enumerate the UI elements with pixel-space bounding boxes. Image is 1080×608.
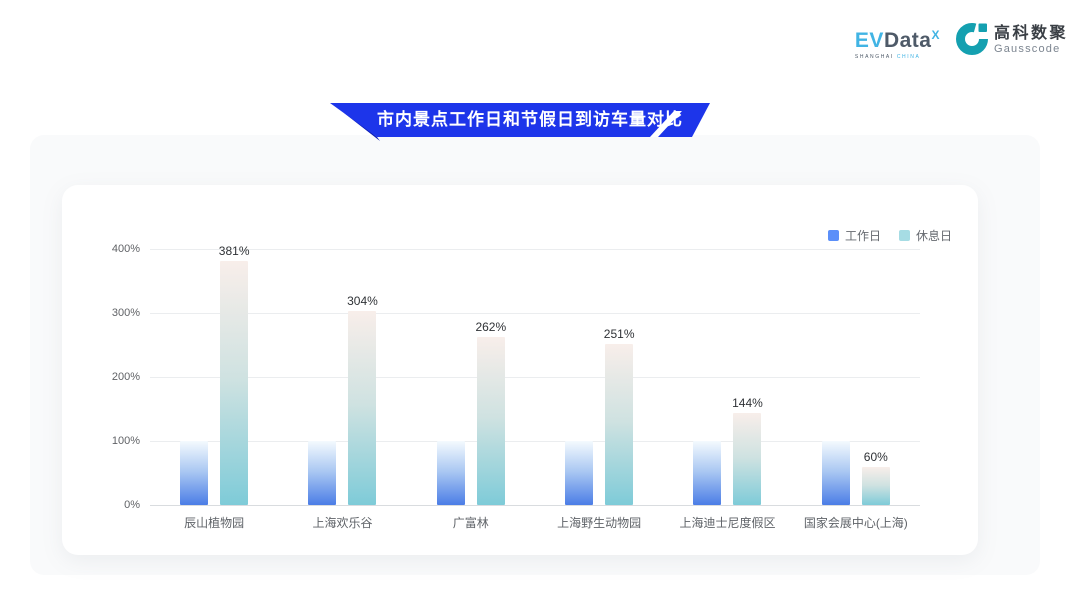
bar-value-label: 304% [347, 294, 378, 311]
legend-label: 休息日 [916, 227, 952, 244]
evdata-ev-text: EV [855, 29, 884, 52]
bar-工作日-上海欢乐谷[interactable] [308, 441, 336, 505]
bar-group-辰山植物园: 381%辰山植物园 [150, 230, 278, 505]
bar-休息日-上海欢乐谷[interactable] [348, 311, 376, 505]
evdata-tagline-china: CHINA [897, 54, 921, 60]
evdata-tagline: SHANGHAI CHINA [855, 54, 940, 60]
bar-group-国家会展中心(上海): 60%国家会展中心(上海) [792, 230, 920, 505]
gausscode-mark-icon [954, 20, 990, 61]
header-logos: EVDataX SHANGHAI CHINA 高科数聚 Gausscode [855, 20, 1068, 61]
gausscode-cn-text: 高科数聚 [994, 25, 1068, 43]
x-axis-category-label: 上海欢乐谷 [312, 514, 372, 531]
y-axis-tick-label: 300% [112, 307, 140, 319]
bar-工作日-国家会展中心(上海)[interactable] [822, 441, 850, 505]
x-axis-category-label: 上海野生动物园 [557, 514, 641, 531]
y-axis-tick-label: 200% [112, 371, 140, 383]
x-axis-category-label: 国家会展中心(上海) [804, 514, 908, 531]
x-axis-category-label: 广富林 [453, 514, 489, 531]
bar-value-label: 144% [732, 396, 763, 413]
bar-休息日-上海迪士尼度假区[interactable] [733, 413, 761, 505]
evdata-logo: EVDataX SHANGHAI CHINA [855, 24, 940, 60]
y-axis-tick-label: 400% [112, 243, 140, 255]
gridline-0 [150, 505, 920, 506]
bar-休息日-辰山植物园[interactable] [220, 261, 248, 505]
chart-card: 工作日休息日 0%100%200%300%400%381%辰山植物园304%上海… [62, 185, 978, 555]
bar-group-广富林: 262%广富林 [407, 230, 535, 505]
bar-value-label: 60% [864, 450, 888, 467]
evdata-data-text: Data [884, 29, 932, 52]
bar-工作日-上海迪士尼度假区[interactable] [693, 441, 721, 505]
bar-group-上海迪士尼度假区: 144%上海迪士尼度假区 [663, 230, 791, 505]
evdata-tagline-shanghai: SHANGHAI [855, 54, 897, 60]
bar-工作日-广富林[interactable] [437, 441, 465, 505]
x-axis-category-label: 辰山植物园 [184, 514, 244, 531]
bar-group-上海欢乐谷: 304%上海欢乐谷 [278, 230, 406, 505]
bar-休息日-广富林[interactable] [477, 337, 505, 505]
y-axis-tick-label: 100% [112, 435, 140, 447]
page-title: 市内景点工作日和节假日到访车量对比 [372, 103, 688, 137]
bar-工作日-辰山植物园[interactable] [180, 441, 208, 505]
gausscode-logo: 高科数聚 Gausscode [954, 20, 1068, 61]
title-banner: 市内景点工作日和节假日到访车量对比 [330, 103, 712, 137]
evdata-x-mark: X [931, 28, 940, 42]
bar-休息日-上海野生动物园[interactable] [605, 344, 633, 505]
evdata-wordmark: EVDataX [855, 24, 940, 52]
bar-chart-plot: 0%100%200%300%400%381%辰山植物园304%上海欢乐谷262%… [150, 230, 920, 505]
bar-value-label: 251% [604, 327, 635, 344]
x-axis-category-label: 上海迪士尼度假区 [679, 514, 775, 531]
bar-value-label: 262% [475, 320, 506, 337]
bar-group-上海野生动物园: 251%上海野生动物园 [535, 230, 663, 505]
bar-工作日-上海野生动物园[interactable] [565, 441, 593, 505]
y-axis-tick-label: 0% [124, 499, 140, 511]
bar-value-label: 381% [219, 244, 250, 261]
bar-休息日-国家会展中心(上海)[interactable] [862, 467, 890, 505]
gausscode-en-text: Gausscode [994, 43, 1068, 56]
